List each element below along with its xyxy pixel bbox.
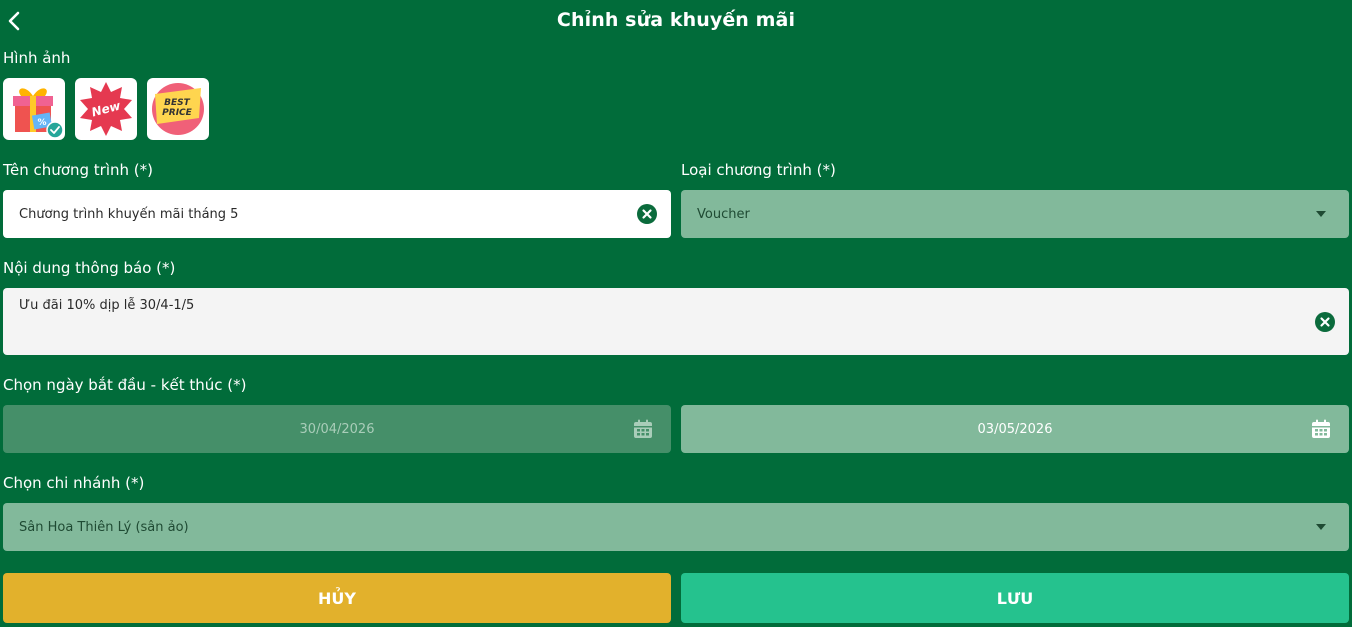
calendar-icon <box>634 419 652 438</box>
program-type-value: Voucher <box>697 206 750 222</box>
check-circle-icon <box>46 121 64 139</box>
branch-label: Chọn chi nhánh (*) <box>3 474 145 492</box>
program-name-label: Tên chương trình (*) <box>3 161 153 179</box>
notification-label: Nội dung thông báo (*) <box>3 259 176 277</box>
page-title: Chỉnh sửa khuyến mãi <box>556 9 796 31</box>
date-range-label: Chọn ngày bắt đầu - kết thúc (*) <box>3 376 247 394</box>
notification-value: Ưu đãi 10% dịp lễ 30/4-1/5 <box>19 298 195 313</box>
branch-select[interactable]: Sân Hoa Thiên Lý (sân ảo) <box>3 503 1349 551</box>
notification-textarea[interactable]: Ưu đãi 10% dịp lễ 30/4-1/5 <box>3 288 1349 355</box>
program-type-label: Loại chương trình (*) <box>681 161 836 179</box>
image-option-best-price[interactable]: BEST PRICE <box>147 78 209 140</box>
image-option-new[interactable]: New <box>75 78 137 140</box>
end-date-picker[interactable]: 03/05/2026 <box>681 405 1349 453</box>
images-label: Hình ảnh <box>3 49 71 67</box>
image-option-gift[interactable]: % <box>3 78 65 140</box>
best-price-text-1: BEST <box>164 98 190 108</box>
new-badge-icon: New <box>80 82 132 136</box>
save-button[interactable]: LƯU <box>681 573 1349 623</box>
program-name-input[interactable]: Chương trình khuyến mãi tháng 5 <box>3 190 671 238</box>
caret-down-icon <box>1316 524 1326 530</box>
end-date-value: 03/05/2026 <box>977 421 1053 437</box>
best-price-icon: BEST PRICE <box>152 83 204 135</box>
branch-value: Sân Hoa Thiên Lý (sân ảo) <box>19 519 189 535</box>
start-date-picker[interactable]: 30/04/2026 <box>3 405 671 453</box>
header: Chỉnh sửa khuyến mãi <box>0 0 1352 42</box>
clear-icon[interactable] <box>637 204 657 224</box>
caret-down-icon <box>1316 211 1326 217</box>
best-price-text-2: PRICE <box>162 108 192 118</box>
program-name-value: Chương trình khuyến mãi tháng 5 <box>19 206 239 222</box>
calendar-icon <box>1312 419 1330 438</box>
clear-icon[interactable] <box>1315 312 1335 332</box>
program-type-select[interactable]: Voucher <box>681 190 1349 238</box>
start-date-value: 30/04/2026 <box>299 421 375 437</box>
cancel-button[interactable]: HỦY <box>3 573 671 623</box>
